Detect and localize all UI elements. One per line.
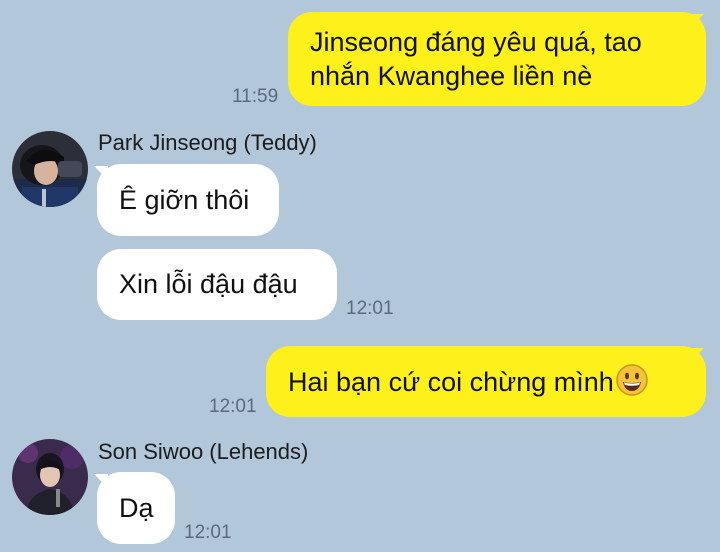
avatar[interactable] [12, 439, 88, 515]
message-timestamp: 12:01 [184, 522, 232, 543]
bubble-tail [690, 348, 704, 362]
profile-photo-icon [12, 439, 88, 515]
incoming-message-bubble[interactable]: Dạ [97, 472, 175, 544]
message-timestamp: 12:01 [209, 396, 257, 417]
avatar[interactable] [12, 131, 88, 207]
outgoing-message-bubble[interactable]: Hai bạn cứ coi chừng mình [266, 346, 706, 417]
message-text: Xin lỗi đậu đậu [119, 269, 298, 299]
outgoing-message-bubble[interactable]: Jinseong đáng yêu quá, tao nhắn Kwanghee… [288, 12, 706, 106]
incoming-message-bubble[interactable]: Xin lỗi đậu đậu [97, 249, 337, 320]
incoming-message-bubble[interactable]: Ê giỡn thôi [97, 164, 279, 236]
message-timestamp: 11:59 [232, 86, 279, 107]
sender-name: Park Jinseong (Teddy) [98, 130, 317, 155]
message-text: Ê giỡn thôi [119, 185, 250, 215]
grinning-face-emoji-icon [616, 364, 648, 404]
message-text: Dạ [119, 493, 154, 523]
message-text-line: nhắn Kwanghee liền nè [310, 61, 593, 91]
message-text: Hai bạn cứ coi chừng mình [288, 367, 614, 397]
message-timestamp: 12:01 [346, 298, 394, 319]
message-text-line: Jinseong đáng yêu quá, tao [310, 27, 642, 57]
profile-photo-icon [12, 131, 88, 207]
bubble-tail [690, 14, 704, 28]
sender-name: Son Siwoo (Lehends) [98, 439, 309, 464]
